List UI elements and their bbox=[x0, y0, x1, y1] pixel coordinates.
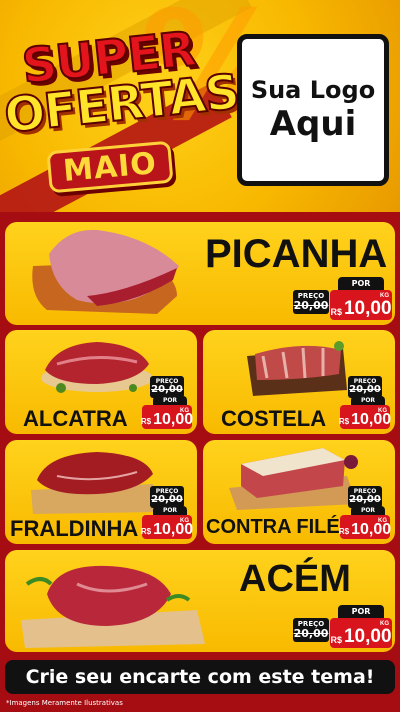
cta-banner[interactable]: Crie seu encarte com este tema! bbox=[5, 660, 395, 694]
old-price-box: PREÇO 20,00 bbox=[150, 376, 184, 398]
product-card-acem[interactable]: ACÉM PREÇO 20,00 POR R$ 10,00 KG bbox=[5, 550, 395, 652]
old-price: 20,00 bbox=[349, 494, 381, 505]
month-label: MAIO bbox=[61, 145, 159, 189]
contra-file-image bbox=[229, 448, 358, 510]
new-price-box: R$ 10,00 KG bbox=[141, 515, 193, 539]
costela-image bbox=[247, 341, 347, 396]
new-price: 10,00 bbox=[343, 626, 392, 647]
old-price-box: PREÇO 20,00 bbox=[150, 486, 184, 508]
product-name: CONTRA FILÉ bbox=[206, 516, 340, 538]
new-price: 10,00 bbox=[343, 298, 392, 319]
month-badge: MAIO bbox=[46, 140, 174, 194]
fraldinha-image bbox=[31, 452, 155, 514]
old-price-box: PREÇO 20,00 bbox=[348, 376, 382, 398]
picanha-image bbox=[32, 229, 179, 314]
product-card-alcatra[interactable]: ALCATRA PREÇO 20,00 POR R$ 10,00 KG bbox=[5, 330, 197, 434]
product-name: ACÉM bbox=[239, 558, 351, 600]
old-price-box: PREÇO 20,00 bbox=[348, 486, 382, 508]
logo-text-line1: Sua Logo bbox=[250, 76, 376, 104]
alcatra-image bbox=[41, 342, 153, 393]
new-price-box: R$ 10,00 KG bbox=[330, 290, 392, 320]
product-name: COSTELA bbox=[221, 406, 327, 431]
old-price-box: PREÇO 20,00 bbox=[293, 618, 329, 642]
new-price-box: R$ 10,00 KG bbox=[339, 515, 391, 539]
product-card-contra-file[interactable]: CONTRA FILÉ PREÇO 20,00 POR R$ 10,00 KG bbox=[203, 440, 395, 544]
old-price: 20,00 bbox=[293, 299, 329, 312]
old-price: 20,00 bbox=[151, 494, 183, 505]
old-price-box: PREÇO 20,00 bbox=[293, 290, 329, 314]
product-card-costela[interactable]: COSTELA PREÇO 20,00 POR R$ 10,00 KG bbox=[203, 330, 395, 434]
new-price-box: R$ 10,00 KG bbox=[141, 405, 193, 429]
cta-text: Crie seu encarte com este tema! bbox=[25, 666, 375, 688]
old-price: 20,00 bbox=[151, 384, 183, 395]
old-price: 20,00 bbox=[293, 627, 329, 640]
por-label: POR bbox=[338, 605, 384, 618]
disclaimer-text: *Imagens Meramente Ilustrativas bbox=[6, 699, 123, 707]
product-name: ALCATRA bbox=[23, 406, 128, 431]
product-name: PICANHA bbox=[205, 232, 388, 276]
product-card-picanha[interactable]: PICANHA PREÇO 20,00 POR R$ 10,00 KG bbox=[5, 222, 395, 325]
old-price: 20,00 bbox=[349, 384, 381, 395]
new-price-box: R$ 10,00 KG bbox=[330, 618, 392, 648]
acem-image bbox=[21, 565, 205, 648]
logo-placeholder[interactable]: Sua Logo Aqui bbox=[237, 34, 389, 186]
new-price-box: R$ 10,00 KG bbox=[339, 405, 391, 429]
product-card-fraldinha[interactable]: FRALDINHA PREÇO 20,00 POR R$ 10,00 KG bbox=[5, 440, 197, 544]
product-name: FRALDINHA bbox=[10, 516, 139, 541]
logo-text-line2: Aqui bbox=[269, 104, 357, 144]
por-label: POR bbox=[338, 277, 384, 290]
header-banner: % SUPER OFERTAS MAIO Sua Logo Aqui bbox=[0, 0, 400, 212]
